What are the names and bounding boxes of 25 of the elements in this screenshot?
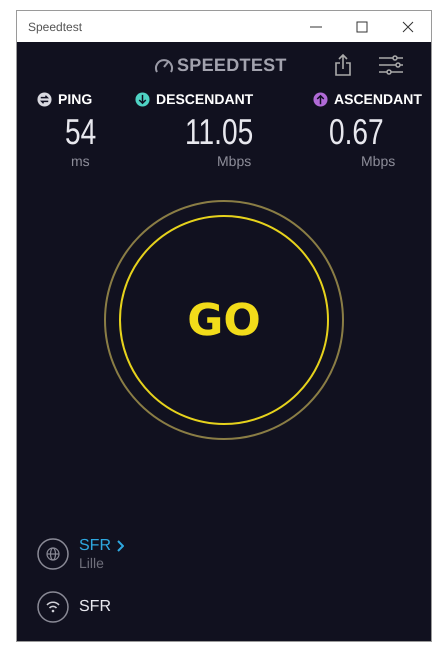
connection-name: SFR (79, 598, 111, 616)
go-button[interactable]: GO (119, 215, 329, 425)
brand-logo-text: SPEEDTEST (177, 54, 287, 76)
metric-value: 54 (65, 112, 98, 152)
metric-label: PING (58, 91, 92, 107)
chevron-right-icon (116, 540, 124, 552)
metric-unit: ms (71, 152, 91, 170)
settings-button[interactable] (378, 55, 403, 75)
metric-label: DESCENDANT (156, 91, 254, 107)
metric-value: 0.67 (329, 112, 385, 152)
metric-label: ASCENDANT (334, 91, 422, 107)
globe-icon (37, 538, 69, 570)
metric-value: 11.05 (185, 112, 254, 152)
share-button[interactable] (334, 54, 351, 76)
maximize-icon (356, 20, 368, 32)
close-icon (402, 20, 414, 32)
metric-unit: Mbps (217, 152, 252, 170)
server-provider-link[interactable]: SFR (79, 537, 124, 555)
share-icon (334, 54, 351, 76)
gauge-icon (154, 56, 174, 74)
metric-unit: Mbps (361, 152, 396, 170)
wifi-icon (37, 591, 69, 623)
server-location: Lille (79, 555, 105, 571)
window-title: Speedtest (28, 20, 82, 34)
settings-icon (378, 55, 403, 75)
